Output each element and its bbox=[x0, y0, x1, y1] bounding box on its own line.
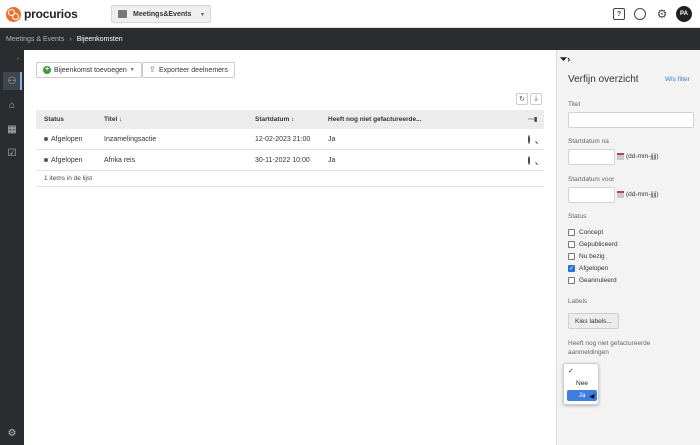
clear-filter-link[interactable]: Wis filter bbox=[665, 76, 690, 83]
col-unbilled[interactable]: Heeft nog niet gefactureerde... bbox=[328, 116, 422, 123]
table-footer: 1 items in de lijst bbox=[36, 171, 544, 187]
start-after-label: Startdatum na bbox=[568, 138, 609, 145]
checkbox-icon bbox=[568, 229, 575, 236]
status-dot-icon bbox=[44, 157, 48, 162]
table-row[interactable]: Afgelopen Inzamelingsactie 12-02-2023 21… bbox=[36, 129, 544, 150]
start-before-input[interactable] bbox=[568, 187, 615, 203]
status-ended-checkbox[interactable]: ✓ Afgelopen bbox=[568, 265, 608, 272]
unbilled-filter-label: Heeft nog niet gefactureerde aanmeldinge… bbox=[568, 340, 651, 356]
view-search-icon[interactable] bbox=[528, 134, 530, 144]
packages-nav-icon[interactable]: ▦ bbox=[3, 120, 21, 138]
add-event-label: Bijeenkomst toevoegen bbox=[54, 66, 127, 74]
unbilled-cell: Ja bbox=[328, 156, 336, 164]
breadcrumb-parent[interactable]: Meetings & Events bbox=[6, 36, 64, 43]
chevron-down-icon: ▼ bbox=[200, 12, 205, 18]
col-title[interactable]: Titel ↓ bbox=[104, 116, 122, 123]
export-label: Exporteer deelnemers bbox=[159, 66, 228, 74]
table-header: Status Titel ↓ Startdatum ↕ Heeft nog ni… bbox=[36, 110, 544, 129]
calendar-icon bbox=[617, 153, 624, 160]
sort-desc-icon: ↓ bbox=[119, 116, 123, 123]
filter-collapse-icon[interactable]: ⏷› bbox=[560, 54, 570, 65]
venues-nav-icon[interactable]: ⌂ bbox=[3, 96, 21, 114]
checkmark-icon: ✓ bbox=[568, 368, 574, 375]
status-filter-label: Status bbox=[568, 213, 587, 220]
status-dot-icon bbox=[44, 136, 48, 141]
app-selector-label: Meetings&Events bbox=[133, 10, 192, 18]
events-table: Status Titel ↓ Startdatum ↕ Heeft nog ni… bbox=[36, 110, 544, 187]
top-bar: procurios Meetings&Events ▼ ? ⚙ PA bbox=[0, 0, 700, 28]
start-before-label: Startdatum voor bbox=[568, 176, 615, 183]
title-filter-input[interactable] bbox=[568, 112, 694, 128]
plus-icon: + bbox=[43, 66, 51, 74]
main-content: + Bijeenkomst toevoegen ▼ ⇪ Exporteer de… bbox=[24, 50, 556, 445]
start-cell: 12-02-2023 21:00 bbox=[255, 135, 311, 143]
search-icon[interactable] bbox=[634, 8, 646, 20]
tasks-nav-icon[interactable]: ☑ bbox=[3, 144, 21, 162]
settings-nav-icon[interactable]: ⚙ bbox=[3, 424, 21, 442]
status-concept-checkbox[interactable]: Concept bbox=[568, 229, 603, 236]
calendar-icon bbox=[617, 191, 624, 198]
meetings-icon bbox=[118, 10, 127, 18]
column-settings-icon[interactable]: ⋯▮ bbox=[528, 116, 537, 123]
avatar[interactable]: PA bbox=[676, 6, 692, 22]
refresh-icon[interactable]: ↻ bbox=[516, 93, 528, 105]
add-event-button[interactable]: + Bijeenkomst toevoegen ▼ bbox=[36, 62, 142, 78]
checkbox-checked-icon: ✓ bbox=[568, 265, 575, 272]
start-cell: 30-11-2022 10:00 bbox=[255, 156, 310, 164]
sort-icon: ↕ bbox=[291, 116, 295, 123]
breadcrumb-current: Bijeenkomsten bbox=[76, 35, 123, 43]
status-cell: Afgelopen bbox=[44, 136, 83, 143]
events-nav-icon[interactable]: ⚇ bbox=[3, 72, 22, 90]
filter-title: Verfijn overzicht bbox=[568, 74, 639, 85]
view-search-icon[interactable] bbox=[528, 155, 530, 165]
expand-sidebar-icon[interactable]: › bbox=[17, 56, 19, 62]
export-icon: ⇪ bbox=[149, 65, 156, 74]
checkbox-icon bbox=[568, 277, 575, 284]
checkbox-icon bbox=[568, 241, 575, 248]
app-selector[interactable]: Meetings&Events ▼ bbox=[111, 5, 211, 23]
start-after-hint[interactable]: (dd-mm-jjjj) bbox=[617, 153, 659, 160]
labels-filter-label: Labels bbox=[568, 298, 588, 305]
title-filter-label: Titel bbox=[568, 101, 581, 108]
export-participants-button[interactable]: ⇪ Exporteer deelnemers bbox=[142, 62, 235, 78]
download-icon[interactable]: ⤓ bbox=[530, 93, 542, 105]
logo-icon bbox=[6, 6, 21, 22]
choose-labels-button[interactable]: Kies labels... bbox=[568, 313, 619, 329]
status-published-checkbox[interactable]: Gepubliceerd bbox=[568, 241, 618, 248]
table-row[interactable]: Afgelopen Afrika reis 30-11-2022 10:00 J… bbox=[36, 150, 544, 171]
breadcrumb-separator: › bbox=[69, 35, 72, 43]
status-cancelled-checkbox[interactable]: Geannuleerd bbox=[568, 277, 617, 284]
title-cell: Inzamelingsactie bbox=[104, 135, 157, 143]
status-cell: Afgelopen bbox=[44, 157, 83, 164]
col-status[interactable]: Status bbox=[44, 116, 64, 123]
title-cell: Afrika reis bbox=[104, 156, 136, 164]
checkbox-icon bbox=[568, 253, 575, 260]
breadcrumb: Meetings & Events › Bijeenkomsten bbox=[0, 28, 700, 50]
option-nee[interactable]: Nee bbox=[567, 378, 597, 389]
start-after-input[interactable] bbox=[568, 149, 615, 165]
help-icon[interactable]: ? bbox=[613, 8, 625, 20]
col-startdate[interactable]: Startdatum ↕ bbox=[255, 116, 294, 123]
left-sidebar: › ⚇ ⌂ ▦ ☑ ⚙ bbox=[0, 50, 24, 445]
status-ongoing-checkbox[interactable]: Nu bezig bbox=[568, 253, 605, 260]
procurios-logo[interactable]: procurios bbox=[6, 6, 78, 22]
gear-icon[interactable]: ⚙ bbox=[656, 8, 668, 20]
logo-text: procurios bbox=[24, 7, 78, 21]
chevron-down-icon: ▼ bbox=[129, 67, 135, 73]
unbilled-cell: Ja bbox=[328, 135, 336, 143]
start-before-hint[interactable]: (dd-mm-jjjj) bbox=[617, 191, 659, 198]
